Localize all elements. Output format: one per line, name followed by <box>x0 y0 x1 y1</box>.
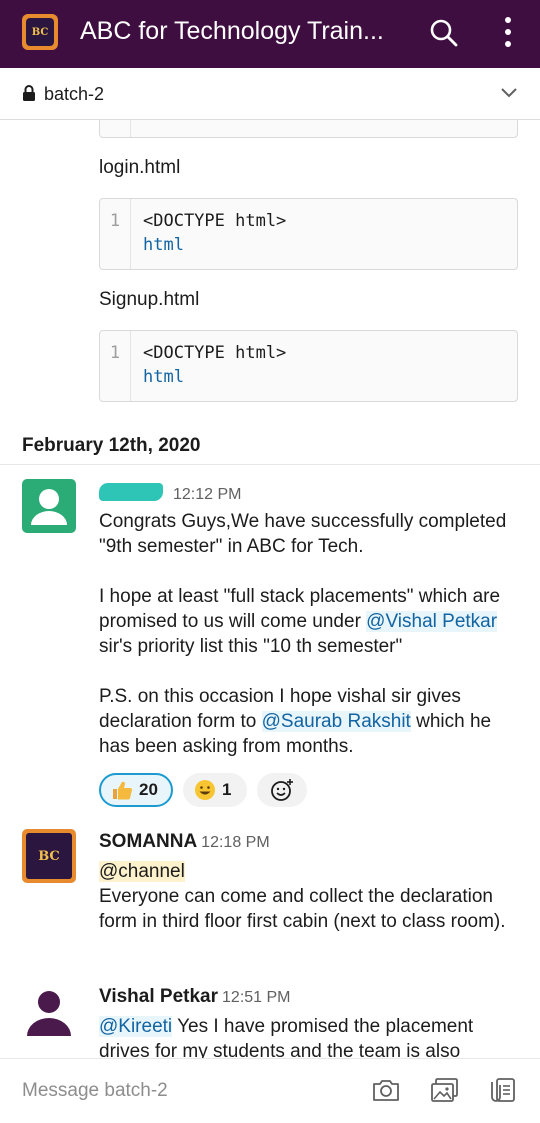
app-bar: BC ABC for Technology Train... <box>0 0 540 68</box>
add-reaction-icon <box>271 779 293 801</box>
code-line-1: <DOCTYPE html> <box>143 211 287 231</box>
lock-icon <box>23 85 35 101</box>
code-line-1: <DOCTYPE html> <box>143 343 287 363</box>
code-line-2: html <box>143 235 184 255</box>
avatar-default[interactable] <box>22 479 76 533</box>
line-number: 1 <box>100 331 131 401</box>
chevron-down-icon[interactable] <box>500 86 518 100</box>
message-author[interactable]: SOMANNA 12:18 PM <box>99 831 270 853</box>
thumbs-up-icon <box>113 781 132 800</box>
grinning-face-icon <box>195 780 215 800</box>
user-mention[interactable]: @Kireeti <box>99 1016 173 1037</box>
message-paragraph: P.S. on this occasion I hope vishal sir … <box>99 686 492 757</box>
image-gallery-icon[interactable] <box>430 1076 460 1104</box>
code-gutter <box>100 120 131 137</box>
message-timestamp[interactable]: 12:18 PM <box>201 834 269 851</box>
more-options-icon[interactable] <box>498 14 518 50</box>
add-reaction-button[interactable] <box>257 773 307 807</box>
workspace-logo[interactable]: BC <box>22 14 58 50</box>
message-list[interactable]: ─ ─ ─ ─ ─ ─ ─ ─ ─ ─ ─ ─ ─ login.html 1 <… <box>0 120 540 1058</box>
message-body: Congrats Guys,We have successfully compl… <box>99 509 524 759</box>
code-block-login[interactable]: 1 <DOCTYPE html> html <box>99 198 518 270</box>
message-timestamp[interactable]: 12:12 PM <box>173 486 241 503</box>
person-icon <box>31 489 67 525</box>
code-line-2: html <box>143 367 184 387</box>
channel-name[interactable]: batch-2 <box>44 84 104 105</box>
message-author-redacted[interactable]: 12:12 PM <box>99 483 241 505</box>
workspace-logo-mark: BC <box>26 18 54 46</box>
file-label-login: login.html <box>99 157 181 178</box>
line-number: 1 <box>100 199 131 269</box>
avatar-vishal-petkar[interactable] <box>22 982 76 1036</box>
message-paragraph: I hope at least "full stack placements" … <box>99 586 501 657</box>
code-block-partial: ─ ─ ─ ─ ─ ─ ─ ─ ─ ─ ─ ─ ─ <box>99 120 518 138</box>
date-divider-label: February 12th, 2020 <box>22 435 201 456</box>
channel-mention[interactable]: @channel <box>99 861 185 882</box>
reaction-count: 20 <box>139 780 158 799</box>
code-block-signup[interactable]: 1 <DOCTYPE html> html <box>99 330 518 402</box>
message-body: @channel Everyone can come and collect t… <box>99 859 524 934</box>
user-mention[interactable]: @Saurab Rakshit <box>261 711 411 732</box>
reaction-thumbs-up[interactable]: 20 <box>99 773 173 807</box>
avatar-somanna[interactable]: BC <box>22 829 76 883</box>
message-paragraph: Congrats Guys,We have successfully compl… <box>99 511 507 557</box>
person-icon <box>27 991 71 1036</box>
message-timestamp[interactable]: 12:51 PM <box>222 989 290 1006</box>
reaction-grinning-face[interactable]: 1 <box>183 773 247 807</box>
message-body: @Kireeti Yes I have promised the placeme… <box>99 1016 474 1058</box>
search-icon[interactable] <box>428 17 460 49</box>
message-input[interactable]: Message batch-2 <box>22 1080 168 1102</box>
camera-icon[interactable] <box>371 1076 401 1104</box>
workspace-title[interactable]: ABC for Technology Train... <box>80 17 384 46</box>
redaction-mark <box>99 483 163 501</box>
user-mention[interactable]: @Vishal Petkar <box>366 611 498 632</box>
message-author[interactable]: Vishal Petkar 12:51 PM <box>99 986 291 1008</box>
abc-logo-icon: BC <box>26 833 72 879</box>
file-label-signup: Signup.html <box>99 289 200 310</box>
message-paragraph: Everyone can come and collect the declar… <box>99 886 506 932</box>
files-icon[interactable] <box>488 1076 518 1104</box>
reaction-count: 1 <box>222 780 232 799</box>
